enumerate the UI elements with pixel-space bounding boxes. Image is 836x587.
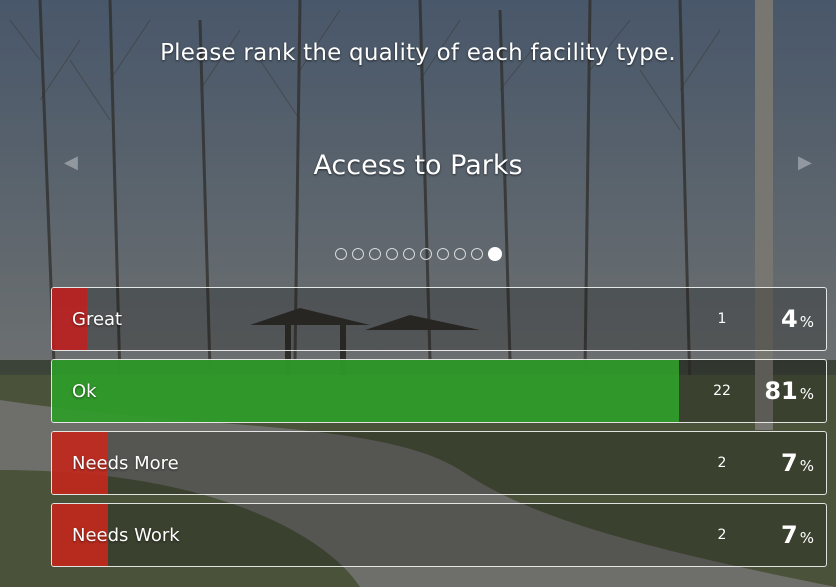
- option-label: Great: [72, 308, 123, 330]
- option-needs-work[interactable]: Needs Work 2 7%: [51, 503, 827, 567]
- pagination-dot[interactable]: [453, 248, 466, 260]
- result-bar-fill: [52, 360, 679, 422]
- option-label: Ok: [72, 380, 97, 402]
- percent-value: 7: [781, 521, 798, 549]
- vote-count: 2: [717, 527, 727, 543]
- survey-question: Please rank the quality of each facility…: [160, 40, 676, 66]
- pagination-dot[interactable]: [419, 248, 432, 260]
- vote-count: 2: [717, 455, 727, 471]
- pagination-dot[interactable]: [436, 248, 449, 260]
- survey-slide: Please rank the quality of each facility…: [0, 0, 836, 587]
- pagination-dot[interactable]: [368, 248, 381, 260]
- pagination-dot[interactable]: [402, 248, 415, 260]
- facility-type-title: Access to Parks: [313, 150, 523, 181]
- percent-symbol: %: [799, 529, 814, 547]
- percent-value: 7: [781, 449, 798, 477]
- pagination-dot[interactable]: [470, 248, 483, 260]
- prev-slide-arrow-icon[interactable]: ◀: [64, 152, 78, 173]
- vote-percent: 81%: [764, 360, 814, 422]
- vote-count: 22: [713, 383, 731, 399]
- pagination-dot[interactable]: [487, 247, 502, 261]
- percent-symbol: %: [799, 457, 814, 475]
- percent-value: 81: [764, 377, 798, 405]
- response-options: Great 1 4% Ok 22 81% Needs More 2 7% Nee…: [51, 287, 827, 575]
- pagination-dot[interactable]: [334, 248, 347, 260]
- vote-percent: 7%: [781, 432, 814, 494]
- pagination-dots: [0, 247, 836, 261]
- next-slide-arrow-icon[interactable]: ▶: [798, 152, 812, 173]
- percent-symbol: %: [799, 385, 814, 403]
- option-label: Needs Work: [72, 524, 180, 546]
- option-label: Needs More: [72, 452, 179, 474]
- vote-count: 1: [717, 311, 727, 327]
- percent-value: 4: [781, 305, 798, 333]
- option-needs-more[interactable]: Needs More 2 7%: [51, 431, 827, 495]
- option-ok[interactable]: Ok 22 81%: [51, 359, 827, 423]
- vote-percent: 4%: [781, 288, 814, 350]
- percent-symbol: %: [799, 313, 814, 331]
- vote-percent: 7%: [781, 504, 814, 566]
- pagination-dot[interactable]: [385, 248, 398, 260]
- pagination-dot[interactable]: [351, 248, 364, 260]
- option-great[interactable]: Great 1 4%: [51, 287, 827, 351]
